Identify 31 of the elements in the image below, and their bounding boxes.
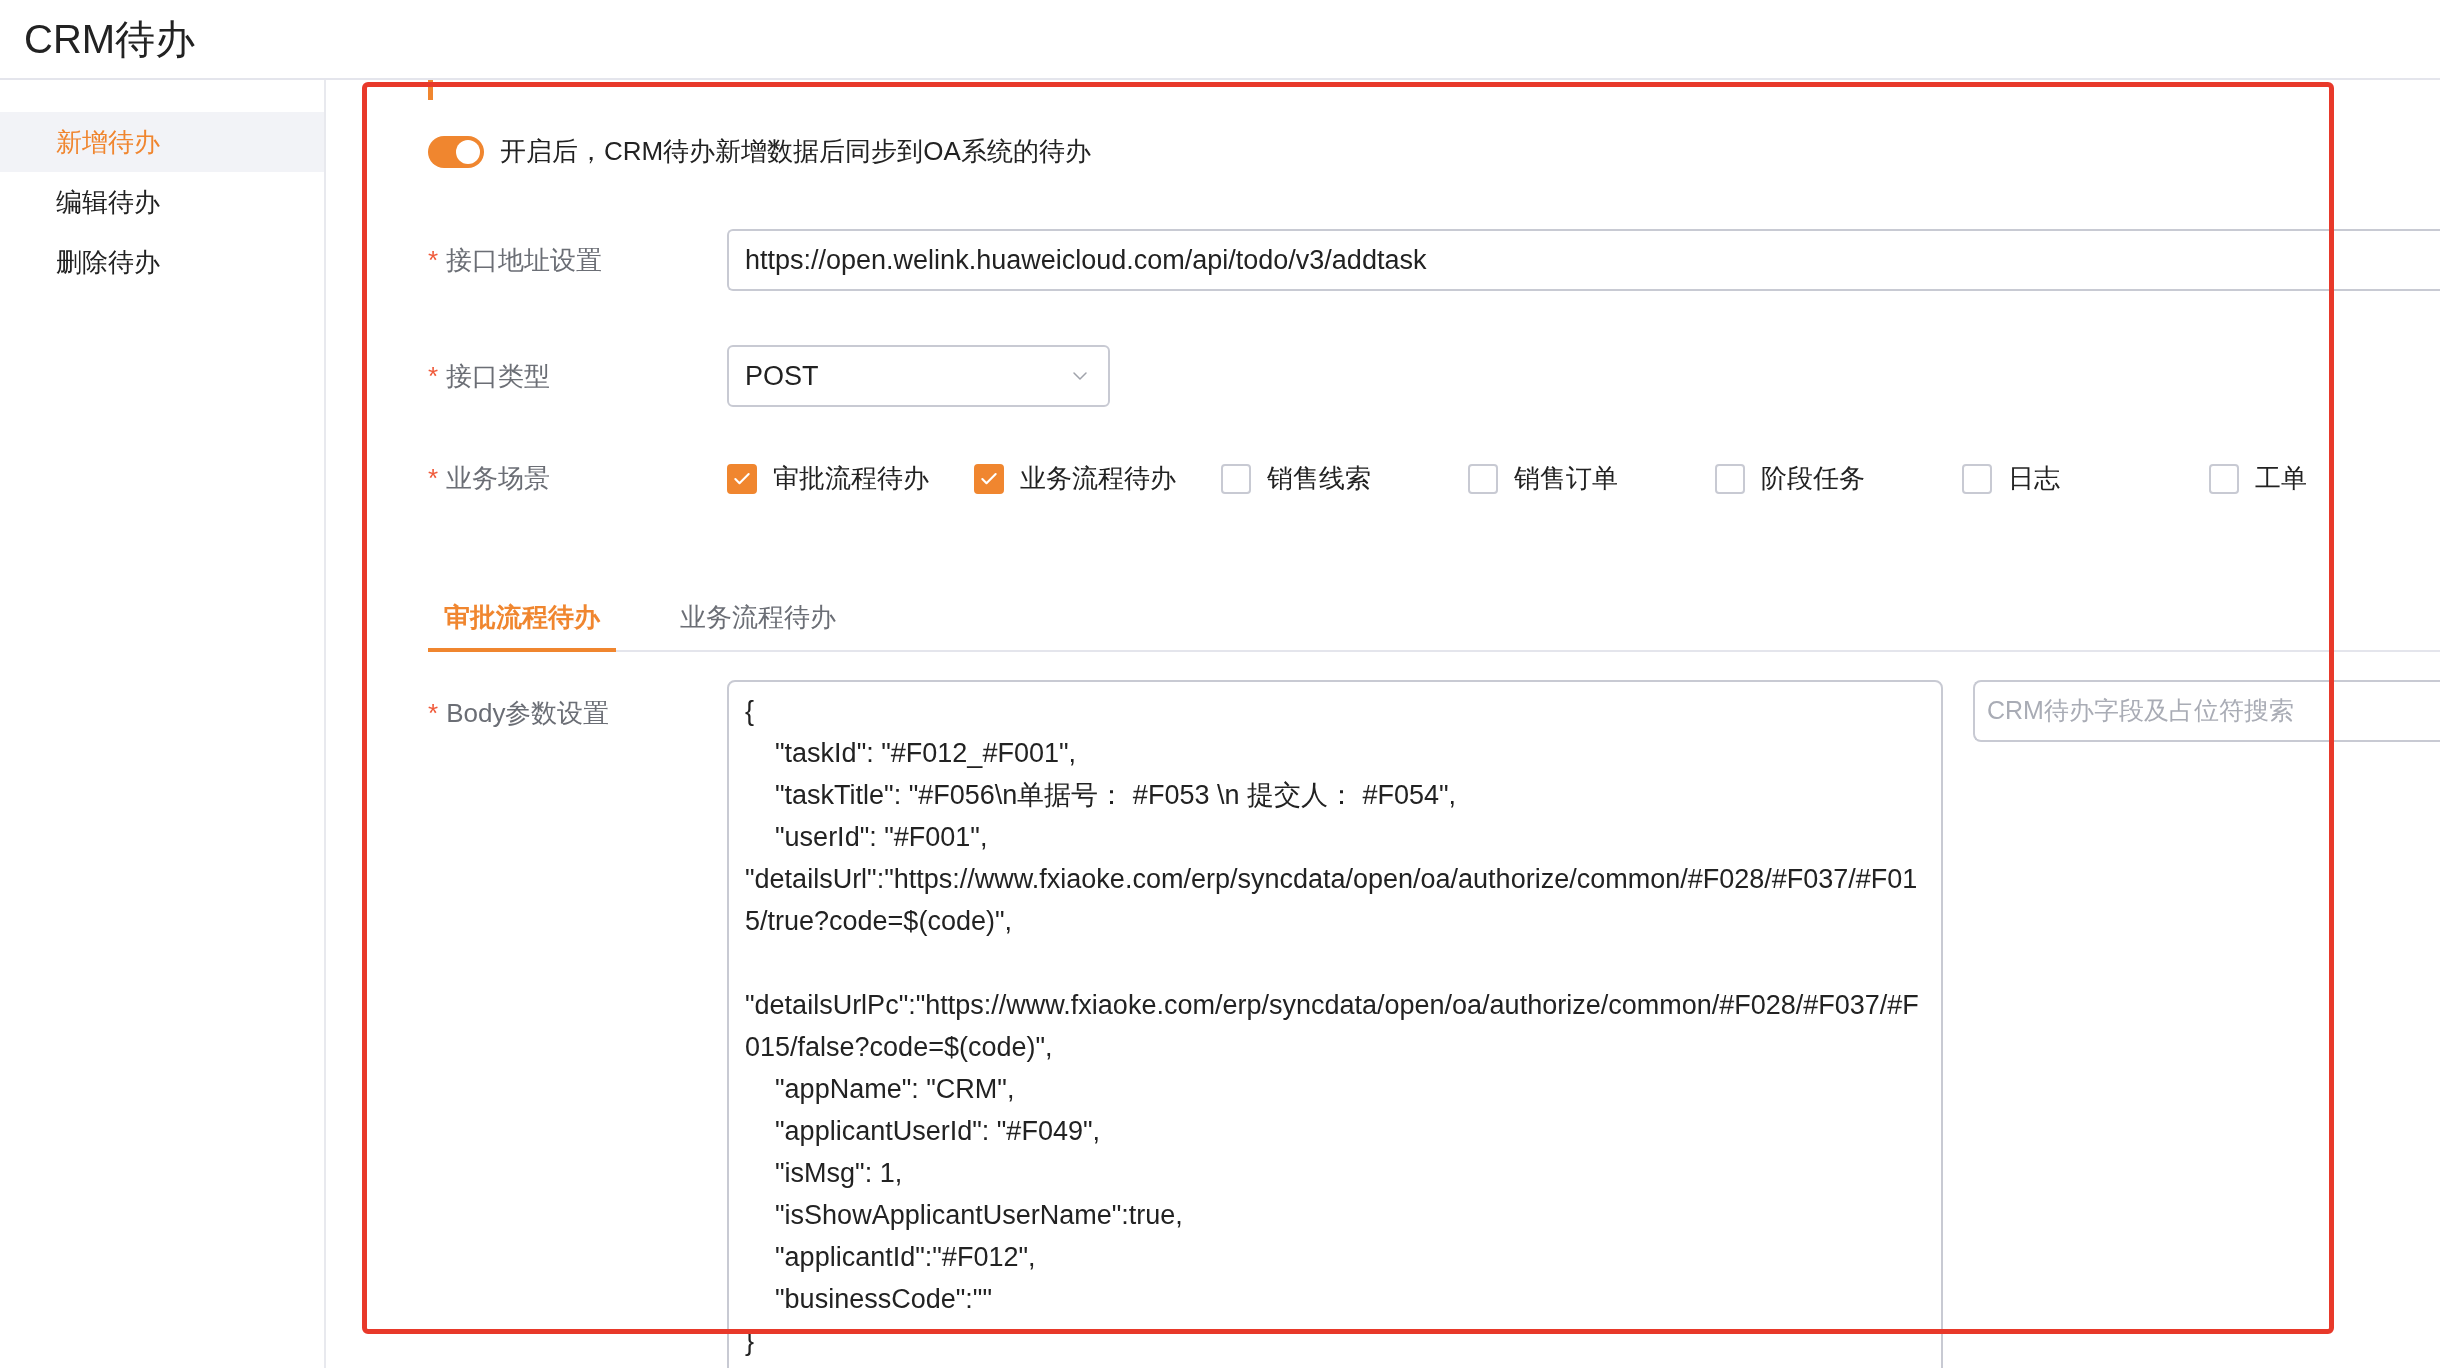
tab[interactable]: 业务流程待办 [664, 586, 852, 652]
checkbox[interactable] [1715, 463, 1745, 494]
sidebar-item[interactable]: 删除待办 [0, 232, 324, 292]
page-title: CRM待办 [24, 16, 196, 63]
required-asterisk: * [428, 462, 439, 495]
required-asterisk: * [428, 243, 439, 277]
toggle-description: 开启后，CRM待办新增数据后同步到OA系统的待办 [500, 135, 1091, 168]
checkbox-label: 日志 [2008, 462, 2060, 495]
checkbox[interactable] [974, 463, 1004, 494]
checkbox[interactable] [1962, 463, 1992, 494]
sidebar-item[interactable]: 编辑待办 [0, 172, 324, 232]
method-select[interactable]: POST [727, 345, 1110, 407]
checkbox[interactable] [1468, 463, 1498, 494]
checkbox-label: 销售线索 [1267, 462, 1371, 495]
field-label: 业务场景 [446, 462, 551, 495]
checkbox-label: 阶段任务 [1761, 462, 1865, 495]
url-field[interactable]: https://open.welink.huaweicloud.com/api/todo/v3/addtask [727, 229, 2440, 291]
checkbox-label: 业务流程待办 [1020, 462, 1176, 495]
required-asterisk: * [428, 359, 439, 393]
sync-toggle[interactable] [428, 135, 484, 168]
section-marker [428, 80, 433, 100]
checkbox-label: 审批流程待办 [773, 462, 929, 495]
field-label: Body参数设置 [446, 697, 610, 730]
field-label: 接口地址设置 [446, 243, 603, 277]
required-asterisk: * [428, 697, 439, 730]
checkbox[interactable] [2209, 463, 2239, 494]
checkbox[interactable] [1221, 463, 1251, 494]
checkbox[interactable] [727, 463, 757, 494]
field-label: 接口类型 [446, 359, 551, 393]
checkbox-label: 销售订单 [1514, 462, 1618, 495]
checkbox-label: 工单 [2255, 462, 2307, 495]
